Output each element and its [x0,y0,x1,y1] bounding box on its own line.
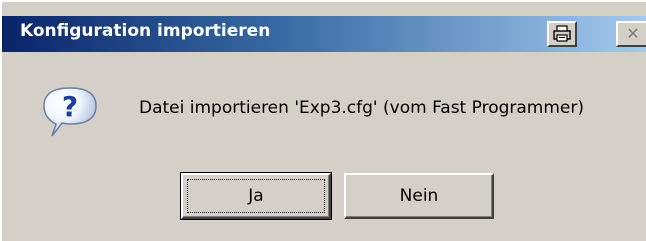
print-button[interactable] [547,21,577,47]
title-bar[interactable]: Konfiguration importieren ✕ [2,16,646,52]
close-button[interactable]: ✕ [616,21,646,47]
yes-button[interactable]: Ja [180,172,332,220]
focus-ring [187,179,325,213]
dialog-title: Konfiguration importieren [20,21,271,41]
question-icon: ? [43,87,97,137]
print-icon [553,25,571,42]
no-button[interactable]: Nein [344,173,494,219]
dialog-message: Datei importieren 'Exp3.cfg' (vom Fast P… [139,98,584,118]
close-icon: ✕ [626,24,640,43]
dialog-window: Konfiguration importieren ✕ ? Datei impo… [0,0,646,241]
no-button-label: Nein [399,186,439,206]
svg-text:?: ? [62,90,78,123]
